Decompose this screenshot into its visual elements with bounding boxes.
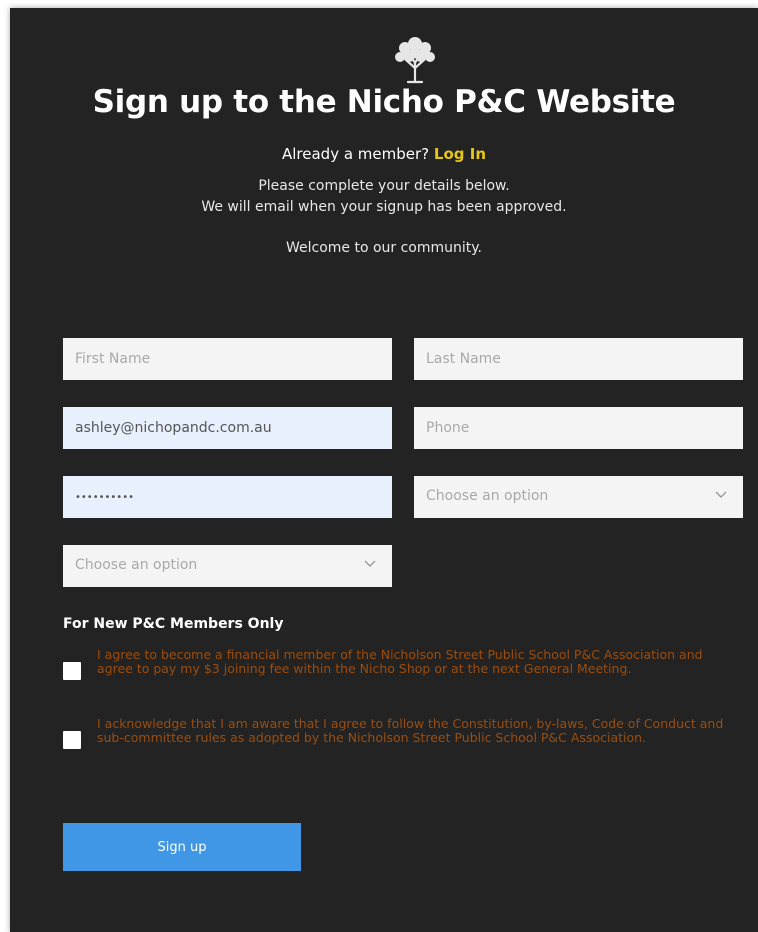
chevron-down-icon (364, 560, 376, 567)
tree-logo-icon (395, 37, 435, 84)
membership-consent-checkbox[interactable] (63, 662, 81, 680)
membership-consent-text: I agree to become a financial member of … (97, 647, 703, 676)
constitution-consent-text: I acknowledge that I am aware that I agr… (97, 716, 724, 745)
login-link[interactable]: Log In (434, 145, 486, 163)
option-select-left[interactable]: Choose an option (63, 545, 392, 587)
welcome-text: Welcome to our community. (285, 240, 483, 256)
email-input[interactable] (63, 407, 392, 449)
phone-input[interactable] (414, 407, 743, 449)
password-input[interactable] (63, 476, 392, 518)
first-name-input[interactable] (63, 338, 392, 380)
page-title: Sign up to the Nicho P&C Website (92, 84, 676, 120)
option-select-right[interactable]: Choose an option (414, 476, 743, 518)
last-name-input[interactable] (414, 338, 743, 380)
signup-button[interactable]: Sign up (63, 823, 301, 871)
signup-panel: Sign up to the Nicho P&C Website Already… (10, 8, 758, 932)
chevron-down-icon (715, 491, 727, 498)
intro-line-2: We will email when your signup has been … (201, 199, 567, 215)
new-members-heading: For New P&C Members Only (63, 616, 284, 632)
member-prompt-text: Already a member? (281, 145, 430, 163)
intro-text: Please complete your details below. We w… (10, 176, 758, 259)
intro-line-1: Please complete your details below. (258, 178, 510, 194)
member-prompt: Already a member? Log In (10, 145, 758, 163)
option-select-right-value: Choose an option (426, 488, 549, 504)
constitution-consent-checkbox[interactable] (63, 731, 81, 749)
option-select-left-value: Choose an option (75, 557, 198, 573)
